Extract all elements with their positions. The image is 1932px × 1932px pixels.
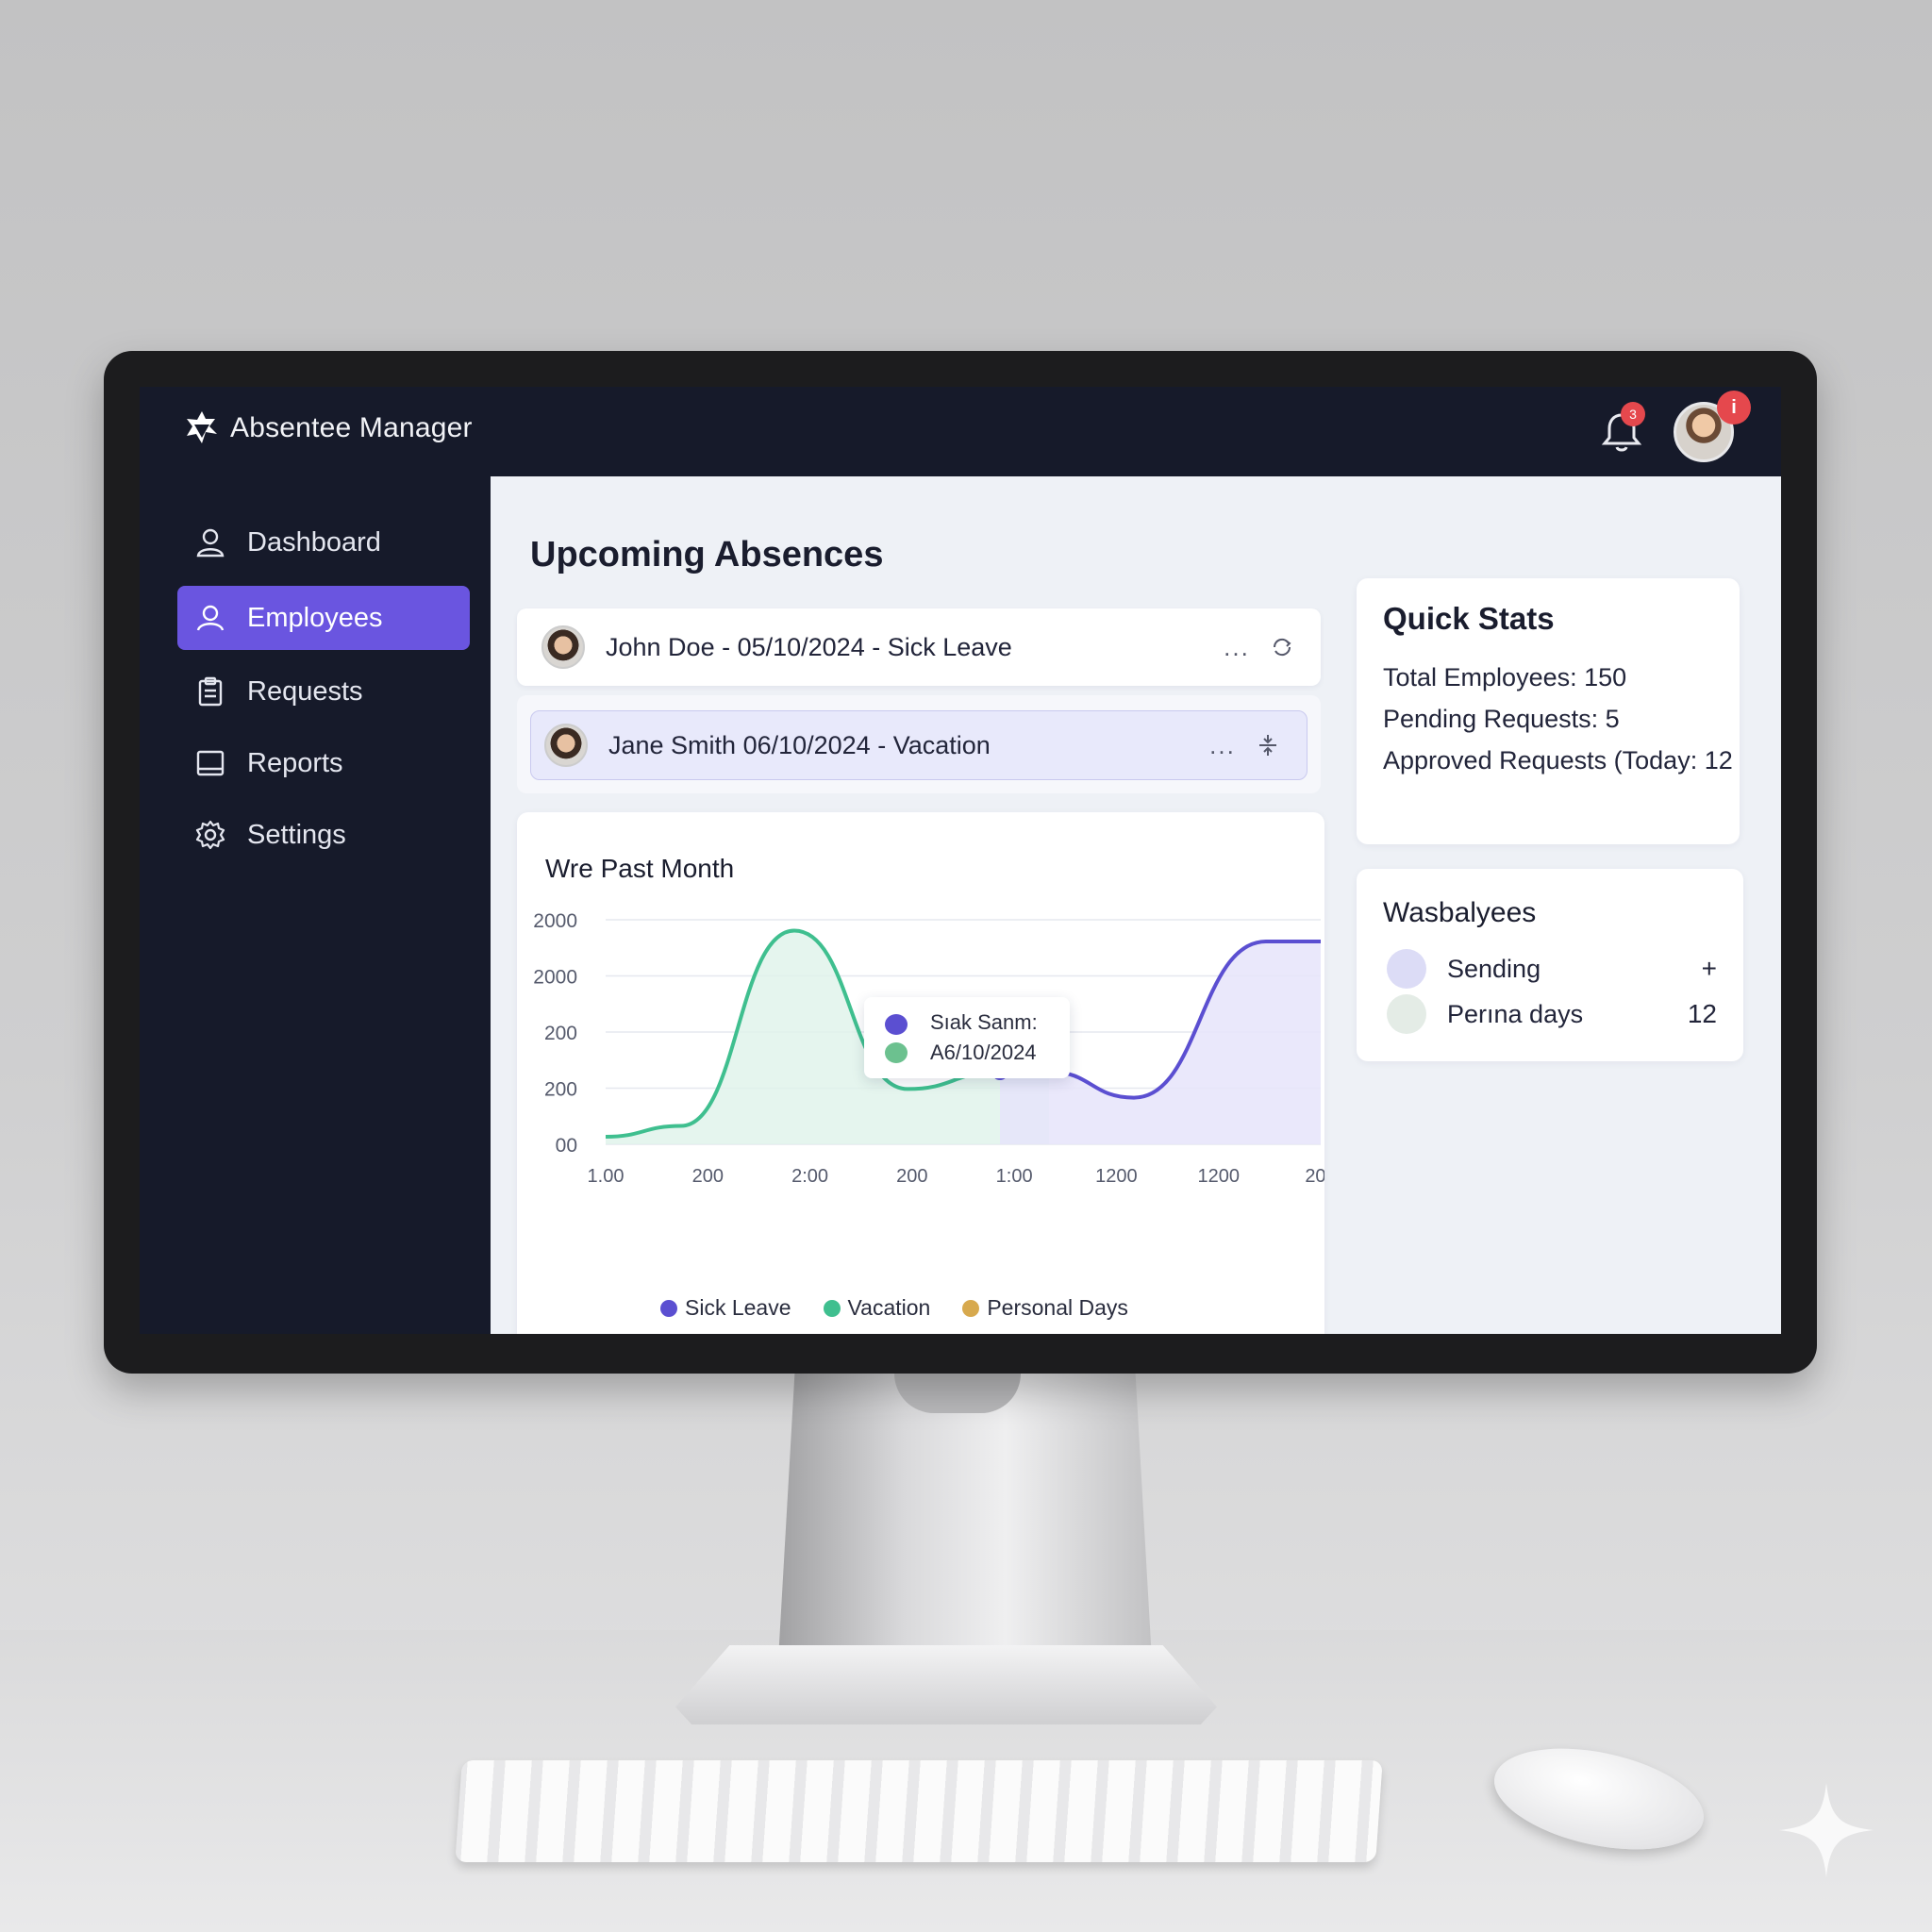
legend-dot	[823, 1299, 841, 1317]
sidebar: Dashboard Employees Requests Reports Set…	[140, 476, 483, 1334]
x-tick-label: 1:00	[996, 1166, 1033, 1187]
sidebar-item-label: Reports	[247, 747, 343, 778]
list-item-label: Perına days	[1447, 999, 1584, 1028]
absence-text: Jane Smith 06/10/2024 - Vacation	[608, 730, 991, 759]
legend-label: Vacation	[847, 1295, 931, 1320]
main-content: Upcoming Absences John Doe - 05/10/2024 …	[491, 476, 1781, 1334]
list-item-value: 12	[1687, 999, 1717, 1028]
users-icon	[196, 605, 225, 631]
gear-icon	[195, 820, 225, 850]
absence-text: John Doe - 05/10/2024 - Sick Leave	[606, 632, 1012, 661]
absence-row[interactable]: Jane Smith 06/10/2024 - Vacation ...	[530, 710, 1307, 780]
monitor-hinge	[894, 1374, 1021, 1413]
stat-approved-requests: Approved Requests (Today: 12	[1383, 746, 1733, 774]
x-tick-label: 1200	[1095, 1166, 1138, 1187]
y-tick-label: 2000	[533, 967, 577, 989]
page-title: Upcoming Absences	[530, 535, 884, 575]
legend-dot	[962, 1299, 980, 1317]
quick-stats-card: Quick Stats Total Employees: 150 Pending…	[1357, 578, 1740, 844]
sparkle-icon	[1779, 1783, 1874, 1877]
list-item[interactable]: Perına days 12	[1387, 993, 1717, 1035]
avatar	[541, 625, 585, 669]
refresh-icon[interactable]	[1270, 635, 1294, 659]
legend-item-vacation[interactable]: Vacation	[823, 1295, 931, 1321]
clipboard-icon	[198, 676, 223, 707]
keyboard	[455, 1760, 1383, 1862]
chart-tooltip: Sıak Sanm: A6/10/2024	[864, 997, 1070, 1078]
status-circle	[1387, 994, 1426, 1034]
tooltip-dot-vacation	[885, 1042, 908, 1063]
status-circle	[1387, 949, 1426, 989]
x-tick-label: 1.00	[588, 1166, 625, 1187]
legend-label: Personal Days	[987, 1295, 1128, 1320]
y-tick-label: 00	[556, 1135, 577, 1157]
x-tick-label: 2:00	[791, 1166, 828, 1187]
brand[interactable]: Absentee Manager	[185, 409, 473, 447]
y-tick-label: 200	[544, 1079, 577, 1101]
app-title: Absentee Manager	[230, 412, 473, 443]
expand-icon[interactable]	[1256, 733, 1280, 758]
more-options-icon[interactable]: ...	[1213, 633, 1260, 662]
absence-row[interactable]: John Doe - 05/10/2024 - Sick Leave ...	[517, 608, 1321, 686]
profile-alert-badge: i	[1717, 391, 1751, 425]
x-tick-label: 200	[692, 1166, 724, 1187]
x-tick-label: 200	[896, 1166, 927, 1187]
sidebar-item-label: Requests	[247, 675, 363, 707]
notification-badge: 3	[1621, 402, 1645, 426]
legend-dot	[660, 1299, 677, 1317]
app-window: Absentee Manager 3 i Dashboard Employees	[140, 387, 1781, 1334]
add-button[interactable]: +	[1679, 954, 1717, 984]
sidebar-item-employees[interactable]: Employees	[177, 586, 470, 650]
sidebar-item-label: Dashboard	[247, 526, 381, 558]
logo-icon	[187, 411, 217, 443]
y-tick-label: 2000	[533, 910, 577, 932]
sidebar-item-settings[interactable]: Settings	[177, 803, 470, 867]
y-tick-label: 200	[544, 1023, 577, 1044]
sidebar-item-reports[interactable]: Reports	[177, 731, 470, 795]
user-icon	[196, 528, 225, 558]
tooltip-line-2: A6/10/2024	[930, 1041, 1037, 1064]
monitor-stand	[778, 1374, 1152, 1657]
monitor-stand-base	[675, 1645, 1217, 1724]
quick-stats-title: Quick Stats	[1383, 601, 1555, 636]
legend-item-sick-leave[interactable]: Sick Leave	[660, 1295, 791, 1321]
chart-legend: Sick Leave Vacation Personal Days	[660, 1295, 1128, 1321]
legend-label: Sick Leave	[685, 1295, 791, 1320]
stat-pending-requests: Pending Requests: 5	[1383, 705, 1620, 733]
legend-item-personal-days[interactable]: Personal Days	[962, 1295, 1128, 1321]
sidebar-item-label: Settings	[247, 819, 346, 850]
tooltip-dot-sick	[885, 1014, 908, 1035]
list-item[interactable]: Sending +	[1387, 948, 1717, 990]
x-tick-label: 1200	[1197, 1166, 1240, 1187]
tooltip-line-1: Sıak Sanm:	[930, 1010, 1038, 1034]
sidebar-item-dashboard[interactable]: Dashboard	[177, 510, 470, 575]
sidebar-item-requests[interactable]: Requests	[177, 659, 470, 724]
x-tick-label: 200	[1305, 1166, 1324, 1187]
chart-card: Wre Past Month 2000 2000 200 200 00 1.00 200 2:…	[517, 812, 1324, 1334]
book-icon	[196, 750, 225, 776]
top-bar: Absentee Manager 3 i	[140, 387, 1781, 476]
list-item-label: Sending	[1447, 954, 1541, 983]
employees-card-title: Wasbalyees	[1383, 897, 1537, 928]
stat-total-employees: Total Employees: 150	[1383, 663, 1627, 691]
employees-card: Wasbalyees Sending + Perına days 12	[1357, 869, 1743, 1061]
more-options-icon[interactable]: ...	[1199, 731, 1246, 760]
avatar	[544, 724, 588, 767]
sidebar-item-label: Employees	[247, 602, 383, 633]
